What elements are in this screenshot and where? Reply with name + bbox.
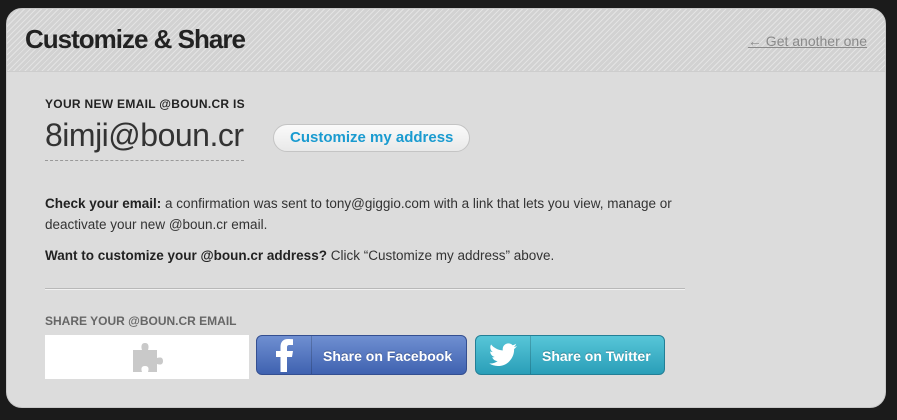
share-facebook-button[interactable]: Share on Facebook [256,335,467,375]
section-divider [45,288,685,290]
check-email-bold: Check your email: [45,196,162,211]
get-another-one-link[interactable]: ← Get another one [748,33,867,49]
facebook-icon [276,339,293,372]
panel-content: YOUR NEW EMAIL @BOUN.CR IS 8imji@boun.cr… [45,97,685,379]
puzzle-piece-icon [133,343,163,372]
customize-hint-text: Want to customize your @boun.cr address?… [45,245,695,266]
customize-hint-bold: Want to customize your @boun.cr address? [45,248,327,263]
customize-hint-body: Click “Customize my address” above. [326,248,555,263]
share-twitter-button[interactable]: Share on Twitter [475,335,665,375]
customize-address-button[interactable]: Customize my address [273,124,471,152]
page-title: Customize & Share [25,24,246,54]
facebook-button-label: Share on Facebook [323,348,453,364]
twitter-button-label: Share on Twitter [542,348,651,364]
new-email-label: YOUR NEW EMAIL @BOUN.CR IS [45,97,245,111]
email-row: 8imji@boun.cr Customize my address [45,117,685,167]
customize-share-panel: Customize & Share ← Get another one YOUR… [6,8,886,408]
twitter-bird-icon [489,343,517,366]
facebook-icon-wrap [257,336,312,374]
email-address: 8imji@boun.cr [45,117,244,161]
twitter-icon-wrap [476,336,531,374]
share-section-label: SHARE YOUR @BOUN.CR EMAIL [45,314,237,328]
panel-header: Customize & Share ← Get another one [7,9,885,72]
missing-plugin-placeholder[interactable] [45,335,249,379]
check-email-text: Check your email: a confirmation was sen… [45,193,695,235]
